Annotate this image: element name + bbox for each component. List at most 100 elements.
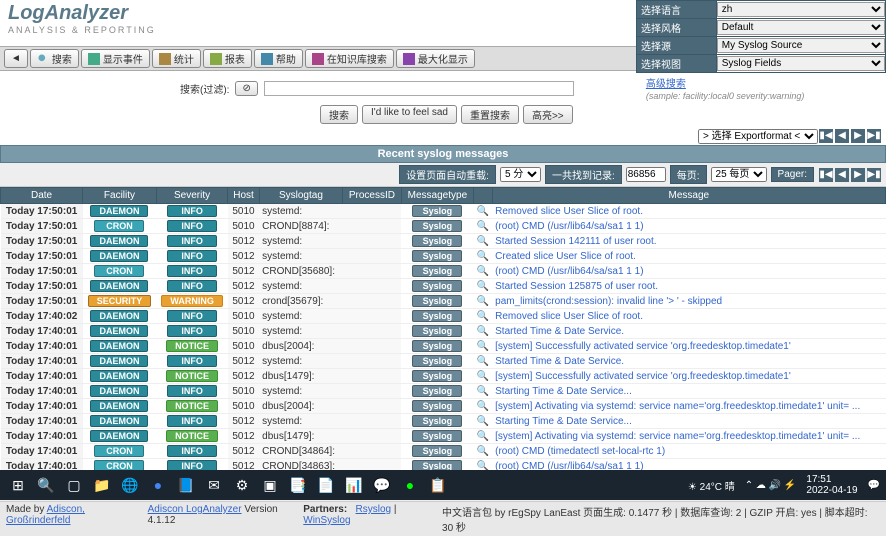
toolbar-prev-button[interactable]: ◄ — [4, 49, 28, 68]
app-icon-8[interactable]: ● — [398, 473, 422, 497]
msgtype-badge[interactable]: Syslog — [412, 370, 462, 382]
lang-select-0[interactable]: zh — [717, 2, 885, 17]
col-7[interactable] — [474, 188, 492, 204]
facility-badge[interactable]: DAEMON — [90, 415, 148, 427]
app-icon-1[interactable]: 📘 — [174, 473, 198, 497]
table-row[interactable]: Today 17:40:01 DAEMON INFO 5012 systemd:… — [1, 354, 886, 369]
taskview-icon[interactable]: ▢ — [62, 473, 86, 497]
msgtype-badge[interactable]: Syslog — [412, 235, 462, 247]
msg-detail-icon[interactable]: 🔍 — [474, 444, 492, 459]
toolbar-report-button[interactable]: 报表 — [203, 49, 252, 68]
col-1[interactable]: Facility — [83, 188, 157, 204]
severity-badge[interactable]: INFO — [167, 415, 217, 427]
app-icon-7[interactable]: 💬 — [370, 473, 394, 497]
taskbar-search-icon[interactable]: 🔍 — [34, 473, 58, 497]
taskbar[interactable]: ⊞ 🔍 ▢ 📁 🌐 ● 📘 ✉ ⚙ ▣ 📑 📄 📊 💬 ● 📋 ☀ 24°C 晴… — [0, 470, 886, 500]
severity-badge[interactable]: INFO — [167, 250, 217, 262]
table-row[interactable]: Today 17:50:01 SECURITY WARNING 5012 cro… — [1, 294, 886, 309]
table-row[interactable]: Today 17:40:01 DAEMON INFO 5010 systemd:… — [1, 324, 886, 339]
msgtype-badge[interactable]: Syslog — [412, 265, 462, 277]
footer-winsyslog-link[interactable]: WinSyslog — [303, 515, 350, 526]
facility-badge[interactable]: DAEMON — [90, 430, 148, 442]
severity-badge[interactable]: INFO — [167, 325, 217, 337]
app-icon-3[interactable]: ⚙ — [230, 473, 254, 497]
table-row[interactable]: Today 17:40:01 CRON INFO 5012 CROND[3486… — [1, 444, 886, 459]
msgtype-badge[interactable]: Syslog — [412, 280, 462, 292]
facility-badge[interactable]: CRON — [94, 220, 144, 232]
msg-detail-icon[interactable]: 🔍 — [474, 384, 492, 399]
export-format-select[interactable]: > 选择 Exportformat < — [698, 129, 818, 144]
table-row[interactable]: Today 17:40:01 DAEMON INFO 5012 systemd:… — [1, 414, 886, 429]
msg-detail-icon[interactable]: 🔍 — [474, 414, 492, 429]
msg-detail-icon[interactable]: 🔍 — [474, 354, 492, 369]
msg-detail-icon[interactable]: 🔍 — [474, 369, 492, 384]
facility-badge[interactable]: DAEMON — [90, 280, 148, 292]
per-page-select[interactable]: 25 每页 — [711, 167, 767, 182]
search-input[interactable] — [264, 81, 574, 96]
toolbar-search-button[interactable]: 搜索 — [30, 49, 79, 68]
terminal-icon[interactable]: ▣ — [258, 473, 282, 497]
msg-detail-icon[interactable]: 🔍 — [474, 204, 492, 219]
lang-select-1[interactable]: Default — [717, 20, 885, 35]
app-icon-5[interactable]: 📄 — [314, 473, 338, 497]
col-2[interactable]: Severity — [156, 188, 228, 204]
toolbar-show-button[interactable]: 显示事件 — [81, 49, 150, 68]
col-5[interactable]: ProcessID — [343, 188, 401, 204]
auto-reload-select[interactable]: 5 分 — [500, 167, 541, 182]
msg-detail-icon[interactable]: 🔍 — [474, 249, 492, 264]
severity-badge[interactable]: INFO — [167, 265, 217, 277]
clock[interactable]: 17:512022-04-19 — [806, 474, 857, 496]
table-row[interactable]: Today 17:40:01 DAEMON NOTICE 5012 dbus[1… — [1, 369, 886, 384]
toolbar-help-button[interactable]: 帮助 — [254, 49, 303, 68]
feel-sad-button[interactable]: I'd like to feel sad — [362, 105, 457, 124]
msg-detail-icon[interactable]: 🔍 — [474, 309, 492, 324]
msgtype-badge[interactable]: Syslog — [412, 250, 462, 262]
table-row[interactable]: Today 17:50:01 DAEMON INFO 5012 systemd:… — [1, 279, 886, 294]
msgtype-badge[interactable]: Syslog — [412, 340, 462, 352]
severity-badge[interactable]: INFO — [167, 205, 217, 217]
severity-badge[interactable]: NOTICE — [166, 370, 218, 382]
footer-product-link[interactable]: Adiscon LogAnalyzer — [148, 504, 242, 515]
severity-badge[interactable]: INFO — [167, 445, 217, 457]
msgtype-badge[interactable]: Syslog — [412, 205, 462, 217]
pager-arrows[interactable]: ▮◀◀▶▶▮ — [818, 168, 882, 182]
facility-badge[interactable]: CRON — [94, 445, 144, 457]
table-row[interactable]: Today 17:50:01 DAEMON INFO 5012 systemd:… — [1, 234, 886, 249]
pager-arrows-top[interactable]: ▮◀◀▶▶▮ — [818, 129, 882, 144]
severity-badge[interactable]: NOTICE — [166, 430, 218, 442]
facility-badge[interactable]: DAEMON — [90, 310, 148, 322]
msgtype-badge[interactable]: Syslog — [412, 415, 462, 427]
facility-badge[interactable]: DAEMON — [90, 370, 148, 382]
start-button[interactable]: ⊞ — [6, 473, 30, 497]
severity-badge[interactable]: INFO — [167, 355, 217, 367]
severity-badge[interactable]: INFO — [167, 310, 217, 322]
msgtype-badge[interactable]: Syslog — [412, 385, 462, 397]
lang-select-2[interactable]: My Syslog Source — [717, 38, 885, 53]
msg-detail-icon[interactable]: 🔍 — [474, 264, 492, 279]
table-row[interactable]: Today 17:40:01 DAEMON INFO 5010 systemd:… — [1, 384, 886, 399]
col-4[interactable]: Syslogtag — [259, 188, 343, 204]
severity-badge[interactable]: NOTICE — [166, 400, 218, 412]
facility-badge[interactable]: DAEMON — [90, 235, 148, 247]
app-icon-9[interactable]: 📋 — [426, 473, 450, 497]
weather-widget[interactable]: ☀ 24°C 晴 — [688, 478, 735, 493]
facility-badge[interactable]: DAEMON — [90, 205, 148, 217]
col-8[interactable]: Message — [492, 188, 885, 204]
msgtype-badge[interactable]: Syslog — [412, 295, 462, 307]
col-3[interactable]: Host — [228, 188, 259, 204]
table-row[interactable]: Today 17:50:01 CRON INFO 5012 CROND[3568… — [1, 264, 886, 279]
notifications-icon[interactable]: 💬 — [868, 480, 880, 491]
toolbar-max-button[interactable]: 最大化显示 — [396, 49, 475, 68]
table-row[interactable]: Today 17:50:01 DAEMON INFO 5010 systemd:… — [1, 204, 886, 219]
msgtype-badge[interactable]: Syslog — [412, 355, 462, 367]
msgtype-badge[interactable]: Syslog — [412, 400, 462, 412]
msg-detail-icon[interactable]: 🔍 — [474, 339, 492, 354]
facility-badge[interactable]: DAEMON — [90, 340, 148, 352]
msgtype-badge[interactable]: Syslog — [412, 445, 462, 457]
table-row[interactable]: Today 17:40:02 DAEMON INFO 5010 systemd:… — [1, 309, 886, 324]
table-row[interactable]: Today 17:40:01 DAEMON NOTICE 5010 dbus[2… — [1, 399, 886, 414]
search-clear-button[interactable]: ⊘ — [235, 81, 257, 96]
severity-badge[interactable]: INFO — [167, 385, 217, 397]
table-row[interactable]: Today 17:50:01 DAEMON INFO 5012 systemd:… — [1, 249, 886, 264]
msgtype-badge[interactable]: Syslog — [412, 310, 462, 322]
